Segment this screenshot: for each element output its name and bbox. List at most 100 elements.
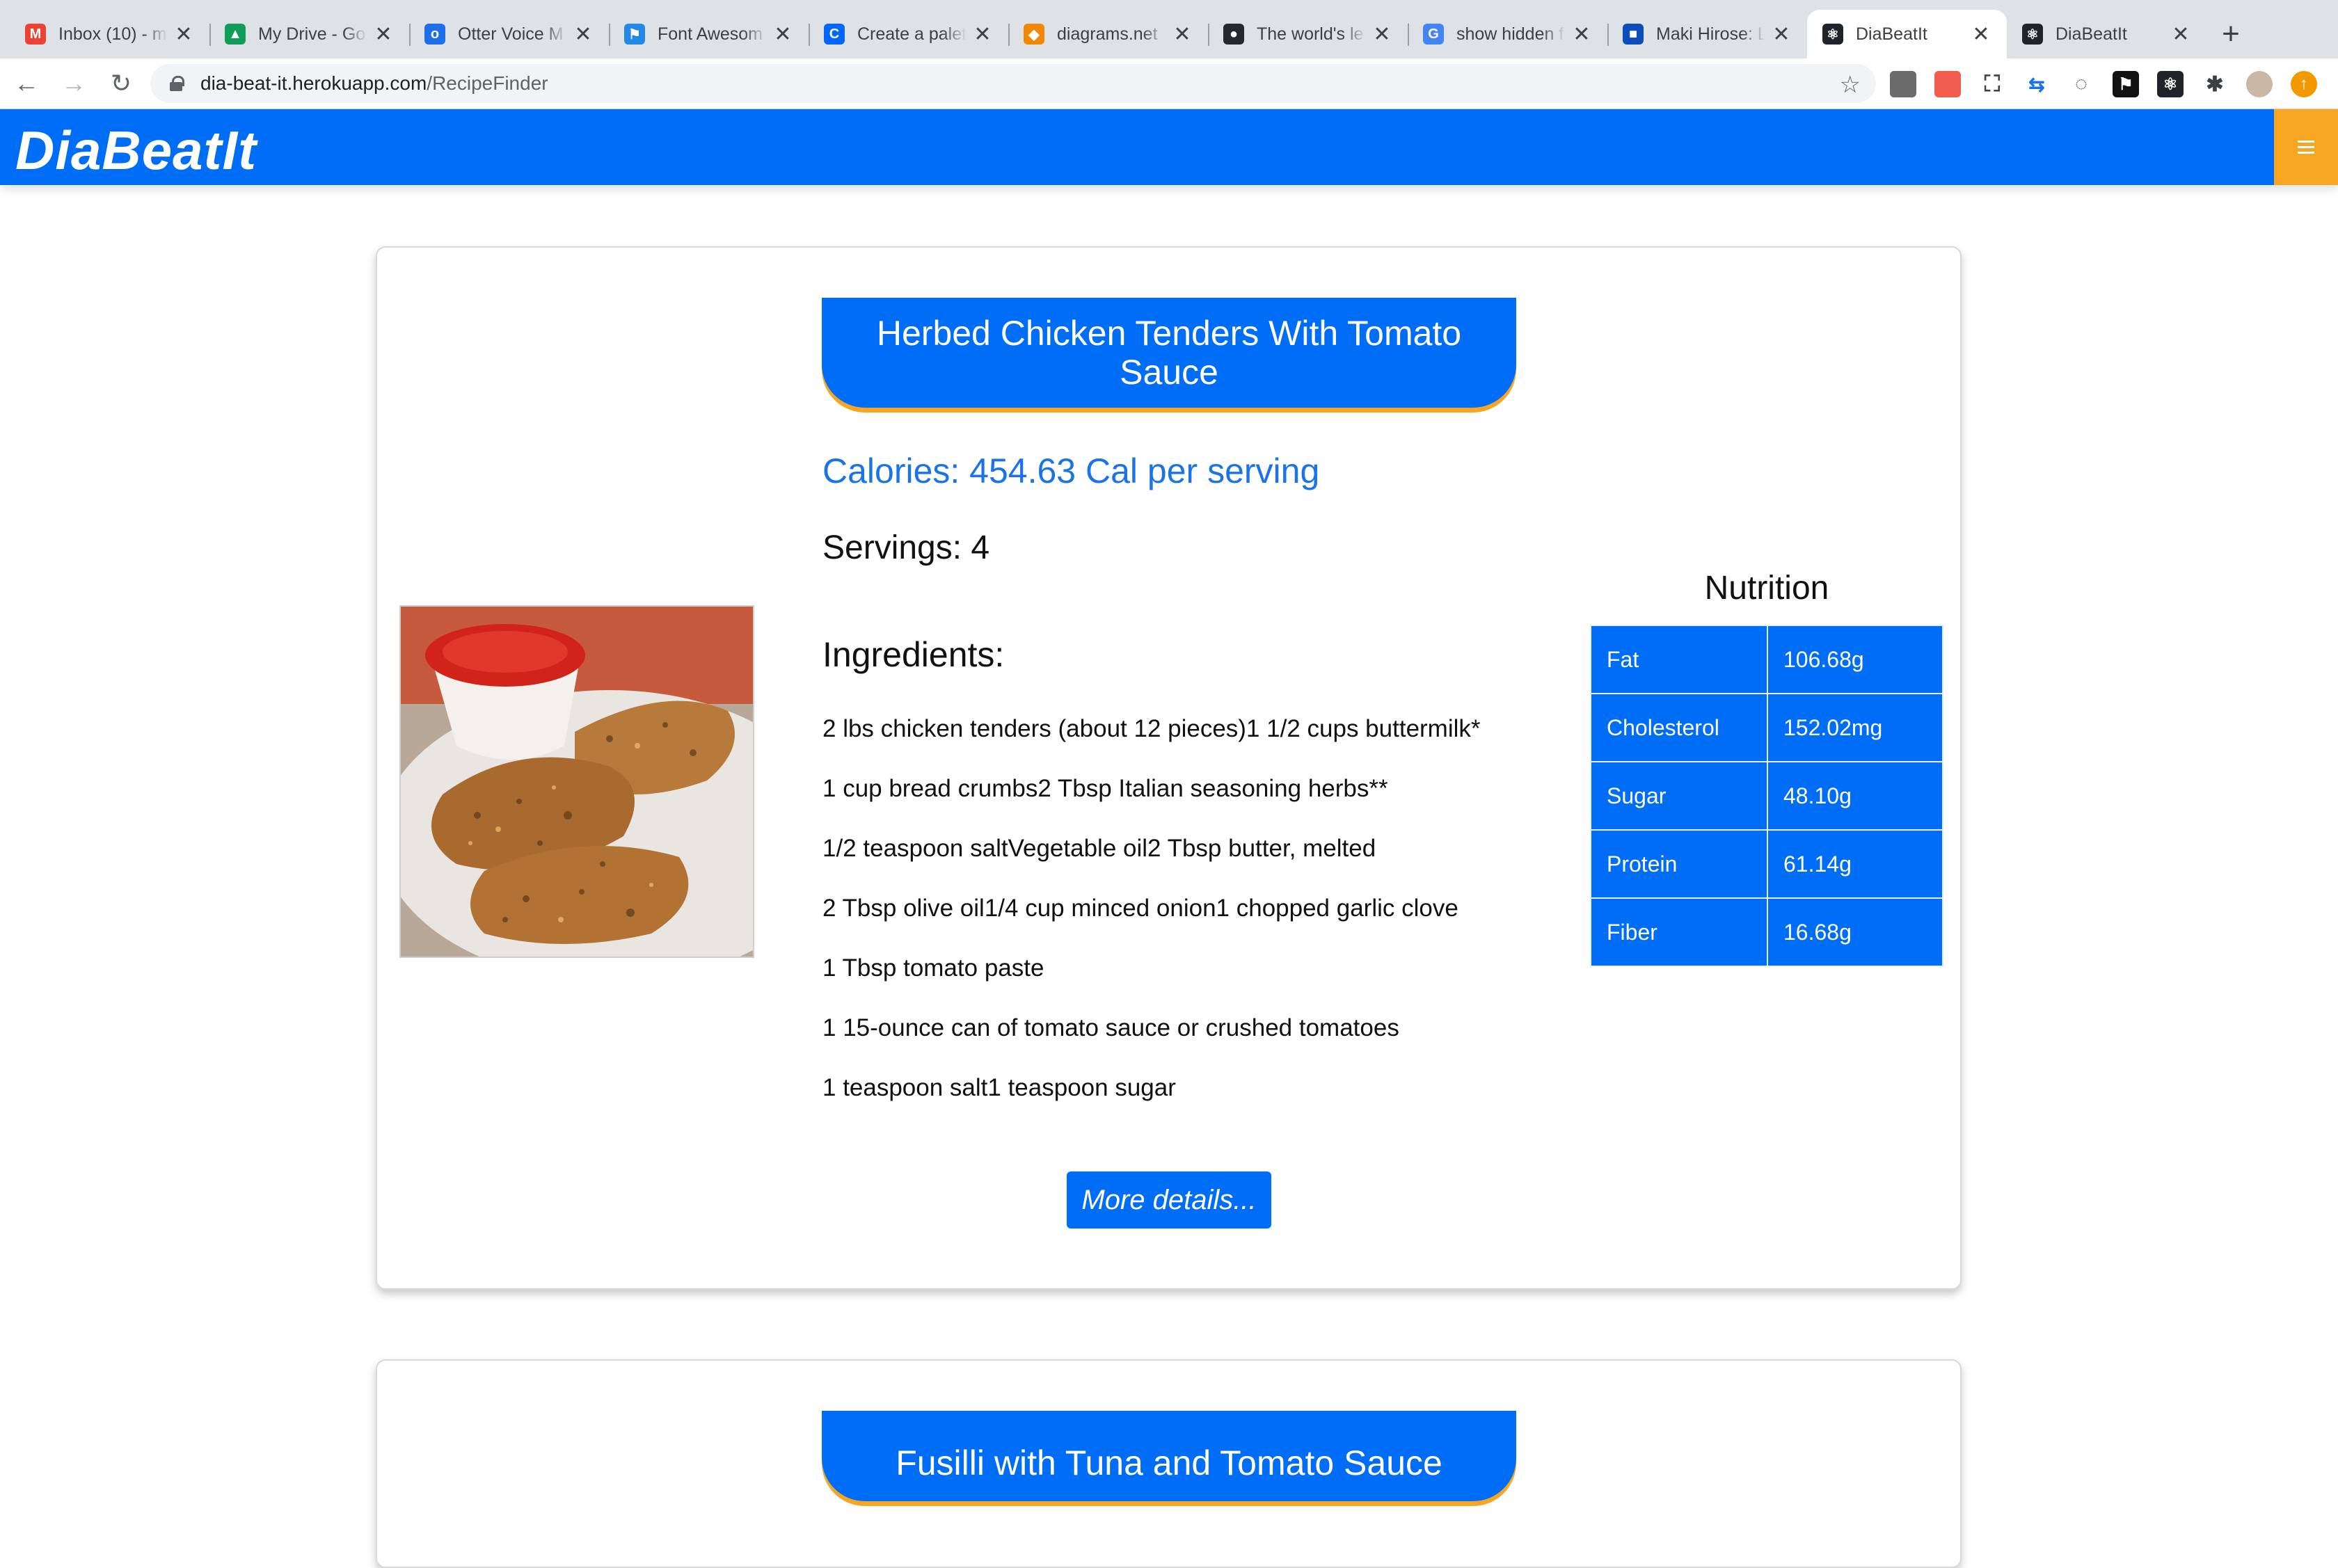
tab-close-icon[interactable]: ✕ (772, 22, 793, 47)
tab-close-icon[interactable]: ✕ (373, 22, 394, 47)
google-drive-icon: ▲ (225, 24, 246, 45)
nutrition-row: Cholesterol 152.02mg (1590, 693, 1943, 762)
browser-tab[interactable]: ▲ My Drive - Go ✕ (209, 10, 409, 58)
ingredients-heading: Ingredients: (822, 635, 1005, 674)
menu-icon-bar (2298, 152, 2314, 154)
recipe-card: Fusilli with Tuna and Tomato Sauce (376, 1359, 1962, 1568)
ingredient-item: 2 lbs chicken tenders (about 12 pieces)1… (822, 715, 1481, 742)
extension-flag-icon[interactable]: ⚑ (2113, 71, 2139, 97)
tab-close-icon[interactable]: ✕ (1571, 22, 1592, 47)
tab-close-icon[interactable]: ✕ (1971, 22, 1991, 47)
tab-title: Maki Hirose: L (1656, 24, 1765, 44)
extension-icon[interactable] (1934, 71, 1961, 97)
extension-icon[interactable] (1890, 71, 1916, 97)
tab-close-icon[interactable]: ✕ (972, 22, 993, 47)
app-header: DiaBeatIt (0, 109, 2338, 185)
font-awesome-flag-icon: ⚑ (624, 24, 645, 45)
coolors-icon: C (824, 24, 845, 45)
extension-arrows-icon[interactable]: ⇆ (2023, 71, 2050, 97)
address-bar[interactable]: dia-beat-it.herokuapp.com/RecipeFinder ☆ (150, 64, 1876, 103)
browser-tab[interactable]: ● The world's le ✕ (1208, 10, 1408, 58)
browser-tab[interactable]: ◆ diagrams.net ✕ (1008, 10, 1208, 58)
new-tab-button[interactable]: + (2206, 10, 2255, 58)
bookmark-star-icon[interactable]: ☆ (1840, 71, 1861, 99)
browser-tab[interactable]: M Inbox (10) - m ✕ (10, 10, 209, 58)
nutrient-label: Sugar (1590, 761, 1768, 831)
nutrient-value: 152.02mg (1767, 693, 1943, 762)
nutrient-label: Fat (1590, 625, 1768, 694)
nutrient-label: Protein (1590, 829, 1768, 899)
diagrams-icon: ◆ (1024, 24, 1044, 45)
tab-title: My Drive - Go (258, 24, 366, 44)
tab-close-icon[interactable]: ✕ (573, 22, 594, 47)
tab-close-icon[interactable]: ✕ (173, 22, 194, 47)
tab-title: Otter Voice M (458, 24, 564, 44)
nutrient-label: Fiber (1590, 897, 1768, 967)
recipe-servings: Servings: 4 (822, 529, 990, 566)
browser-tab[interactable]: Gshow hidden f ✕ (1408, 10, 1607, 58)
react-icon: ⚛ (2022, 24, 2043, 45)
nutrient-value: 16.68g (1767, 897, 1943, 967)
url-path: /RecipeFinder (427, 72, 548, 94)
hamburger-menu-button[interactable] (2274, 109, 2338, 185)
ingredient-item: 1/2 teaspoon saltVegetable oil2 Tbsp but… (822, 835, 1376, 862)
nutrition-row: Fiber 16.68g (1590, 897, 1943, 967)
browser-tab[interactable]: ⚛ DiaBeatIt ✕ (2007, 10, 2206, 58)
tab-title: Font Awesom (658, 24, 763, 44)
nutrient-label: Cholesterol (1590, 693, 1768, 762)
nutrition-table: Fat 106.68g Cholesterol 152.02mg Sugar 48.1… (1590, 625, 1943, 967)
browser-tab[interactable]: ⚛ DiaBeatIt ✕ (1807, 10, 2007, 58)
chicken-tenders-photo (401, 607, 753, 957)
extensions-puzzle-icon[interactable]: ✱ (2202, 71, 2228, 97)
ingredient-item: 1 teaspoon salt1 teaspoon sugar (822, 1074, 1176, 1101)
tab-title: show hidden f (1456, 24, 1564, 44)
extension-circle-icon[interactable]: ◌ (2068, 71, 2094, 97)
tab-close-icon[interactable]: ✕ (1172, 22, 1193, 47)
browser-tab[interactable]: o Otter Voice M ✕ (409, 10, 609, 58)
reload-button[interactable]: ↻ (100, 63, 142, 104)
more-details-button[interactable]: More details... (1067, 1171, 1271, 1229)
ingredient-item: 1 Tbsp tomato paste (822, 954, 1044, 982)
ingredient-item: 1 cup bread crumbs2 Tbsp Italian seasoni… (822, 775, 1388, 802)
app-brand[interactable]: DiaBeatIt (15, 119, 257, 182)
recipe-title: Herbed Chicken Tenders With Tomato Sauce (822, 298, 1516, 408)
nutrition-row: Fat 106.68g (1590, 625, 1943, 694)
browser-tab[interactable]: ⚑ Font Awesom ✕ (609, 10, 809, 58)
react-icon: ⚛ (1822, 24, 1843, 45)
react-devtools-icon[interactable]: ⚛ (2157, 71, 2184, 97)
url-host: dia-beat-it.herokuapp.com (200, 72, 427, 94)
recipe-photo (399, 605, 754, 958)
nutrient-value: 48.10g (1767, 761, 1943, 831)
browser-chrome: M Inbox (10) - m ✕ ▲ My Drive - Go ✕ o Otter Vo… (0, 0, 2338, 109)
nutrient-value: 106.68g (1767, 625, 1943, 694)
tab-title: diagrams.net (1057, 24, 1158, 44)
browser-tab[interactable]: ■ Maki Hirose: L ✕ (1607, 10, 1807, 58)
nutrient-value: 61.14g (1767, 829, 1943, 899)
tab-close-icon[interactable]: ✕ (2170, 22, 2191, 47)
recipe-title: Fusilli with Tuna and Tomato Sauce (822, 1411, 1516, 1501)
tab-title: DiaBeatIt (2055, 24, 2127, 44)
recipe-calories: Calories: 454.63 Cal per serving (822, 451, 1320, 490)
nutrition-heading: Nutrition (1704, 570, 1829, 607)
ingredient-item: 2 Tbsp olive oil1/4 cup minced onion1 ch… (822, 895, 1458, 922)
nutrition-row: Protein 61.14g (1590, 829, 1943, 899)
extension-icons: ⛶ ⇆ ◌ ⚑ ⚛ ✱ ↑ (1890, 65, 2317, 103)
browser-tab[interactable]: C Create a palet ✕ (809, 10, 1008, 58)
nutrition-row: Sugar 48.10g (1590, 761, 1943, 831)
recipe-card: Herbed Chicken Tenders With Tomato Sauce (376, 246, 1962, 1290)
otter-icon: o (424, 24, 445, 45)
github-icon: ● (1223, 24, 1244, 45)
tab-strip: M Inbox (10) - m ✕ ▲ My Drive - Go ✕ o Otter Vo… (0, 0, 2338, 58)
profile-avatar[interactable] (2246, 71, 2273, 97)
update-icon[interactable]: ↑ (2291, 71, 2317, 97)
tab-title: Inbox (10) - m (58, 24, 167, 44)
menu-icon-bar (2298, 146, 2314, 148)
tab-close-icon[interactable]: ✕ (1771, 22, 1792, 47)
screenshot-icon[interactable]: ⛶ (1979, 71, 2005, 97)
ingredient-item: 1 15-ounce can of tomato sauce or crushe… (822, 1014, 1399, 1041)
forward-button[interactable]: → (53, 63, 95, 104)
trello-icon: ■ (1623, 24, 1644, 45)
menu-icon-bar (2298, 141, 2314, 143)
back-button[interactable]: ← (6, 63, 47, 104)
tab-close-icon[interactable]: ✕ (1371, 22, 1392, 47)
